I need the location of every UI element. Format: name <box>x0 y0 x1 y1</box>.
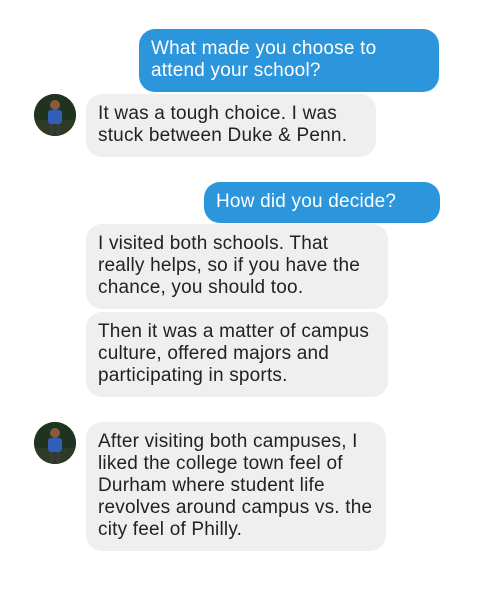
received-message-bubble[interactable]: After visiting both campuses, I liked th… <box>86 422 386 551</box>
message-text: I visited both schools. That really help… <box>98 233 360 298</box>
message-text: Then it was a matter of campus culture, … <box>98 321 370 386</box>
received-message-bubble[interactable]: It was a tough choice. I was stuck betwe… <box>86 94 376 157</box>
student-avatar-icon <box>34 94 76 136</box>
received-message-bubble[interactable]: Then it was a matter of campus culture, … <box>86 312 388 397</box>
message-text: What made you choose to attend your scho… <box>151 38 377 81</box>
contact-avatar[interactable] <box>34 422 76 464</box>
sent-message-bubble[interactable]: What made you choose to attend your scho… <box>139 29 439 92</box>
message-text: It was a tough choice. I was stuck betwe… <box>98 103 348 146</box>
message-text: After visiting both campuses, I liked th… <box>98 431 373 540</box>
received-message-bubble[interactable]: I visited both schools. That really help… <box>86 224 388 309</box>
contact-avatar[interactable] <box>34 94 76 136</box>
sent-message-bubble[interactable]: How did you decide? <box>204 182 440 223</box>
chat-thread: What made you choose to attend your scho… <box>0 0 480 600</box>
student-avatar-icon <box>34 422 76 464</box>
message-text: How did you decide? <box>216 191 397 212</box>
